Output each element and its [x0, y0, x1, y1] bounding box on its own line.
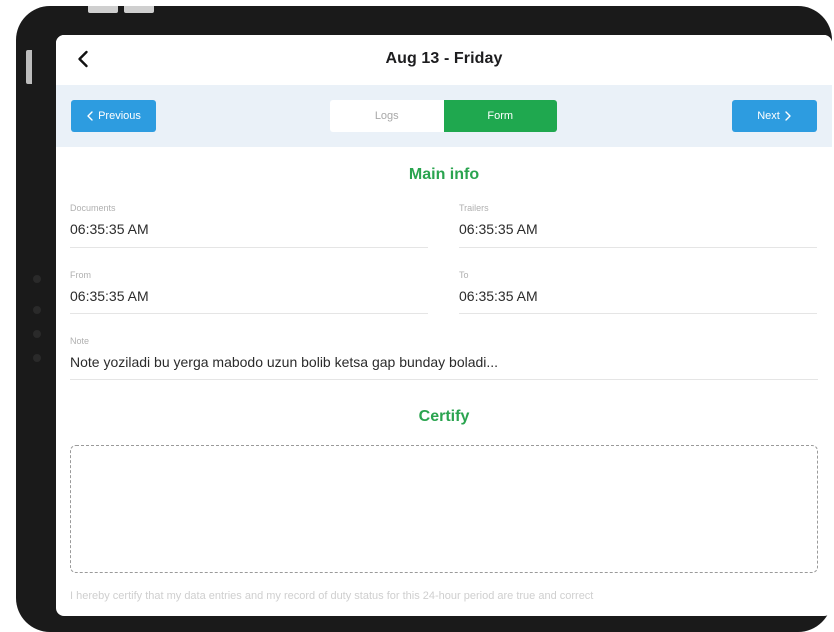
to-label: To — [459, 270, 469, 280]
documents-field[interactable]: Documents 06:35:35 AM — [70, 203, 428, 248]
previous-button-label: Previous — [98, 110, 141, 122]
previous-button[interactable]: Previous — [71, 100, 156, 132]
trailers-field[interactable]: Trailers 06:35:35 AM — [459, 203, 817, 248]
sensor-dot — [33, 275, 41, 283]
chevron-right-icon — [785, 111, 791, 121]
note-label: Note — [70, 336, 90, 346]
tab-logs-label: Logs — [374, 110, 399, 122]
power-button — [26, 50, 32, 84]
sensor-dot — [33, 306, 41, 314]
tablet-frame: Aug 13 - Friday Previous Logs Form Next — [16, 6, 832, 632]
trailers-label: Trailers — [459, 203, 489, 213]
tab-form[interactable]: Form — [443, 100, 557, 132]
trailers-value: 06:35:35 AM — [459, 221, 538, 237]
main-info-title: Main info — [408, 166, 480, 183]
tab-form-label: Form — [487, 110, 514, 122]
page-title: Aug 13 - Friday — [385, 50, 503, 67]
next-button[interactable]: Next — [732, 100, 817, 132]
next-button-label: Next — [757, 110, 780, 122]
day-navigation-bar: Previous Logs Form Next — [56, 85, 832, 147]
certify-title: Certify — [418, 408, 470, 425]
volume-button — [124, 6, 154, 13]
view-segmented-control: Logs Form — [330, 100, 557, 132]
note-value: Note yoziladi bu yerga mabodo uzun bolib… — [70, 354, 499, 370]
note-field[interactable]: Note Note yoziladi bu yerga mabodo uzun … — [70, 336, 818, 380]
to-value: 06:35:35 AM — [459, 288, 538, 304]
from-value: 06:35:35 AM — [70, 288, 149, 304]
sensor-dot — [33, 354, 41, 362]
documents-label: Documents — [70, 203, 116, 213]
sensor-dot — [33, 330, 41, 338]
top-header: Aug 13 - Friday — [56, 35, 832, 85]
chevron-left-icon — [87, 111, 93, 121]
documents-value: 06:35:35 AM — [70, 221, 149, 237]
signature-pad[interactable] — [70, 445, 818, 573]
certify-statement: I hereby certify that my data entries an… — [70, 590, 594, 602]
from-field[interactable]: From 06:35:35 AM — [70, 270, 428, 314]
volume-button — [88, 6, 118, 13]
from-label: From — [70, 270, 91, 280]
to-field[interactable]: To 06:35:35 AM — [459, 270, 817, 314]
tab-logs[interactable]: Logs — [330, 100, 444, 132]
app-screen: Aug 13 - Friday Previous Logs Form Next — [56, 35, 832, 616]
